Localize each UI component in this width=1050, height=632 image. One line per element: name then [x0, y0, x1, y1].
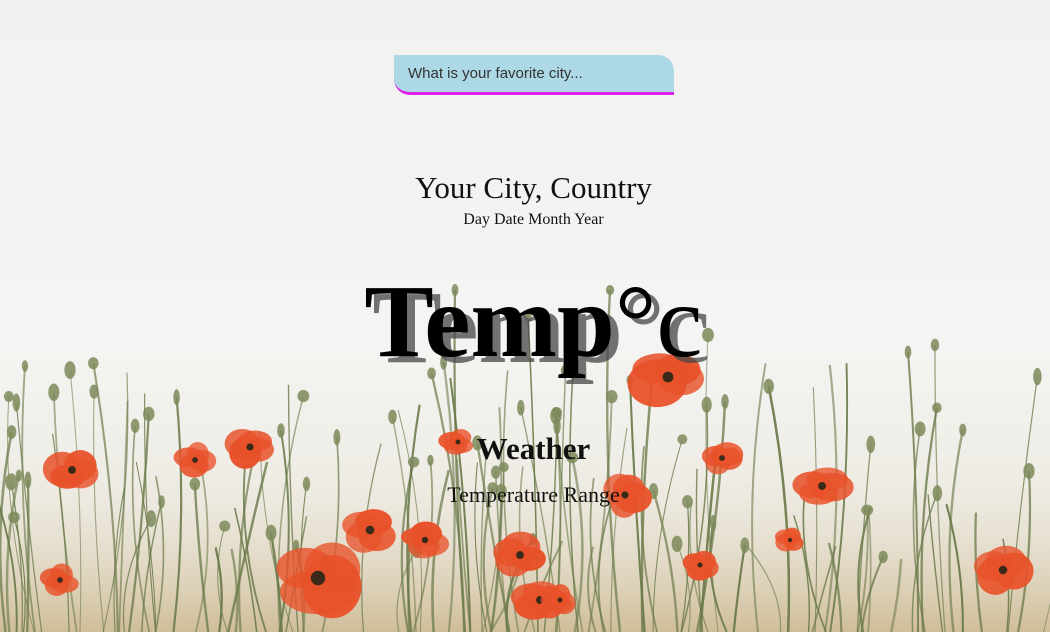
poppy-bud — [388, 409, 397, 424]
date-text: Day Date Month Year — [463, 211, 604, 228]
poppy-bud — [146, 510, 157, 528]
poppy-bud — [173, 389, 180, 406]
poppy-stem — [407, 544, 411, 632]
poppy-bud — [517, 399, 525, 416]
poppy-bud — [15, 469, 23, 482]
poppy-bud — [763, 378, 774, 394]
temperature-unit: °c — [614, 264, 703, 379]
poppy-bud — [12, 393, 21, 412]
city-country-heading: Your City, Country — [415, 170, 652, 205]
poppy-bud — [710, 514, 717, 532]
poppy-flower — [774, 527, 804, 552]
poppy-bud — [878, 550, 888, 564]
poppy-bud — [265, 524, 277, 541]
city-search-input[interactable] — [394, 55, 674, 95]
poppy-bud — [721, 394, 729, 409]
weather-description: Weather — [476, 431, 591, 466]
poppy-bud — [89, 384, 99, 399]
poppy-bud — [932, 402, 942, 414]
poppy-bud — [48, 383, 60, 402]
poppy-bud — [143, 406, 155, 422]
poppy-bud — [3, 391, 14, 403]
temperature-value: Temp — [364, 264, 615, 379]
poppy-bud — [219, 520, 231, 532]
poppy-bud — [671, 535, 683, 553]
poppy-bud — [551, 407, 563, 418]
poppy-bud — [8, 511, 20, 524]
poppy-flower — [342, 509, 396, 553]
temperature-display: Temp°c — [0, 264, 1050, 379]
poppy-bud — [701, 396, 712, 413]
poppy-bud — [297, 389, 310, 403]
temperature-range: Temperature Range — [447, 482, 620, 507]
poppy-bud — [740, 537, 750, 554]
poppy-bud — [606, 390, 618, 404]
